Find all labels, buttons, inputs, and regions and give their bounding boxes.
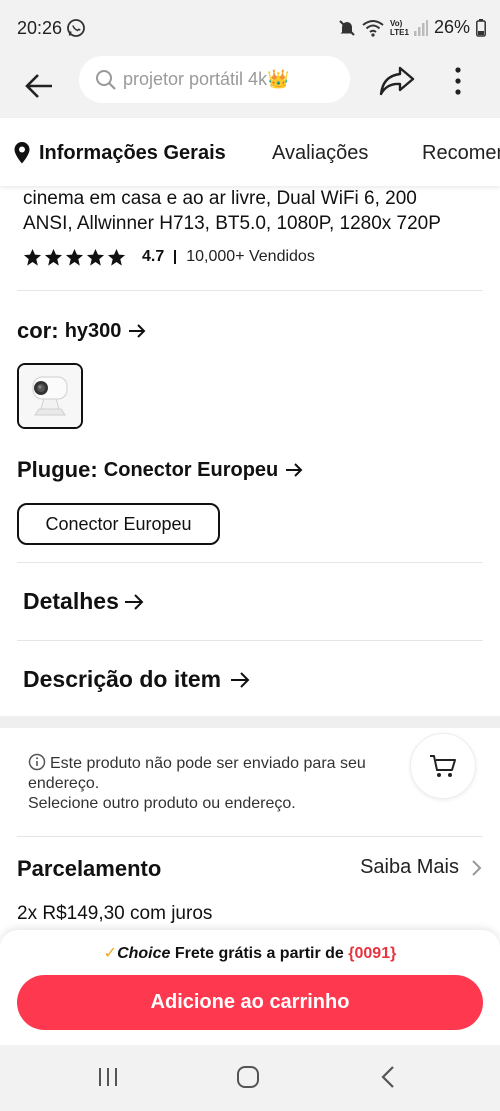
nav-recent-icon[interactable]: [96, 1065, 120, 1089]
system-nav-bar: [0, 1045, 500, 1111]
star-icon: [107, 248, 126, 266]
signal-icon: [413, 19, 428, 36]
projector-image: [19, 365, 81, 427]
tab-avaliacoes[interactable]: Avaliações: [272, 142, 368, 165]
color-option-header[interactable]: cor: hy300: [17, 318, 147, 344]
chevron-right-icon: [472, 859, 482, 876]
arrow-right-icon: [129, 324, 146, 338]
rating-separator: [174, 250, 177, 264]
status-icons: Vo) LTE1 26%: [338, 17, 486, 38]
sold-count: 10,000+ Vendidos: [186, 248, 315, 265]
star-icon: [65, 248, 84, 266]
plug-option-header[interactable]: Plugue: Conector Europeu: [17, 457, 304, 483]
arrow-right-icon: [231, 671, 250, 688]
installments-title: Parcelamento: [17, 856, 162, 881]
add-to-cart-button[interactable]: Adicione ao carrinho: [17, 975, 483, 1030]
star-icon: [86, 248, 105, 266]
search-icon: [96, 69, 116, 90]
product-title: cinema em casa e ao ar livre, Dual WiFi …: [23, 188, 441, 234]
bottom-action-sheet: ✓Choice Frete grátis a partir de {0091} …: [0, 930, 500, 1045]
info-icon: [28, 753, 46, 771]
search-placeholder: projetor portátil 4k👑: [123, 69, 290, 89]
choice-free-shipping: ✓Choice Frete grátis a partir de {0091}: [103, 945, 397, 962]
arrow-right-icon: [124, 593, 144, 610]
shipping-unavailable-note: Este produto não pode ser enviado para s…: [28, 753, 366, 812]
cart-icon: [430, 755, 456, 777]
top-bar: projetor portátil 4k👑: [0, 56, 500, 118]
share-icon[interactable]: [378, 64, 416, 98]
battery-icon: [476, 18, 486, 37]
star-icon: [44, 248, 63, 266]
status-time: 20:26: [17, 18, 63, 38]
nav-back-icon[interactable]: [378, 1064, 398, 1090]
divider: [17, 290, 483, 291]
rating-row[interactable]: 4.7 10,000+ Vendidos: [23, 246, 315, 268]
section-separator: [0, 716, 500, 728]
nav-home-icon[interactable]: [236, 1065, 260, 1089]
more-vert-icon[interactable]: [448, 64, 468, 100]
star-icon: [23, 248, 42, 266]
plug-option-chip[interactable]: Conector Europeu: [17, 503, 220, 545]
rating-stars: [23, 248, 126, 267]
status-bar: 20:26 Vo) LTE1 26%: [0, 0, 500, 56]
divider: [17, 640, 483, 641]
arrow-right-icon: [286, 463, 303, 477]
location-pin-icon: [14, 142, 30, 164]
section-tabs: Informações Gerais Avaliações Recomen: [0, 118, 500, 186]
lte-label: Vo) LTE1: [389, 18, 409, 37]
color-thumbnail-hy300[interactable]: [17, 363, 83, 429]
description-link[interactable]: Descrição do item: [23, 666, 251, 693]
back-arrow-icon[interactable]: [22, 68, 58, 104]
installments-line: 2x R$149,30 com juros: [17, 903, 213, 924]
cart-button[interactable]: [410, 733, 476, 799]
tab-informacoes-gerais[interactable]: Informações Gerais: [39, 142, 226, 165]
rating-value: 4.7: [142, 248, 165, 265]
search-input[interactable]: projetor portátil 4k👑: [79, 56, 350, 103]
divider: [17, 836, 483, 837]
installments-more-link[interactable]: Saiba Mais: [360, 856, 485, 879]
whatsapp-icon: [67, 19, 85, 37]
battery-percent: 26%: [433, 17, 470, 37]
wifi-icon: [362, 19, 384, 37]
tab-recomendacoes[interactable]: Recomen: [422, 142, 500, 165]
details-link[interactable]: Detalhes: [23, 588, 145, 615]
divider: [17, 562, 483, 563]
mute-icon: [339, 19, 355, 36]
